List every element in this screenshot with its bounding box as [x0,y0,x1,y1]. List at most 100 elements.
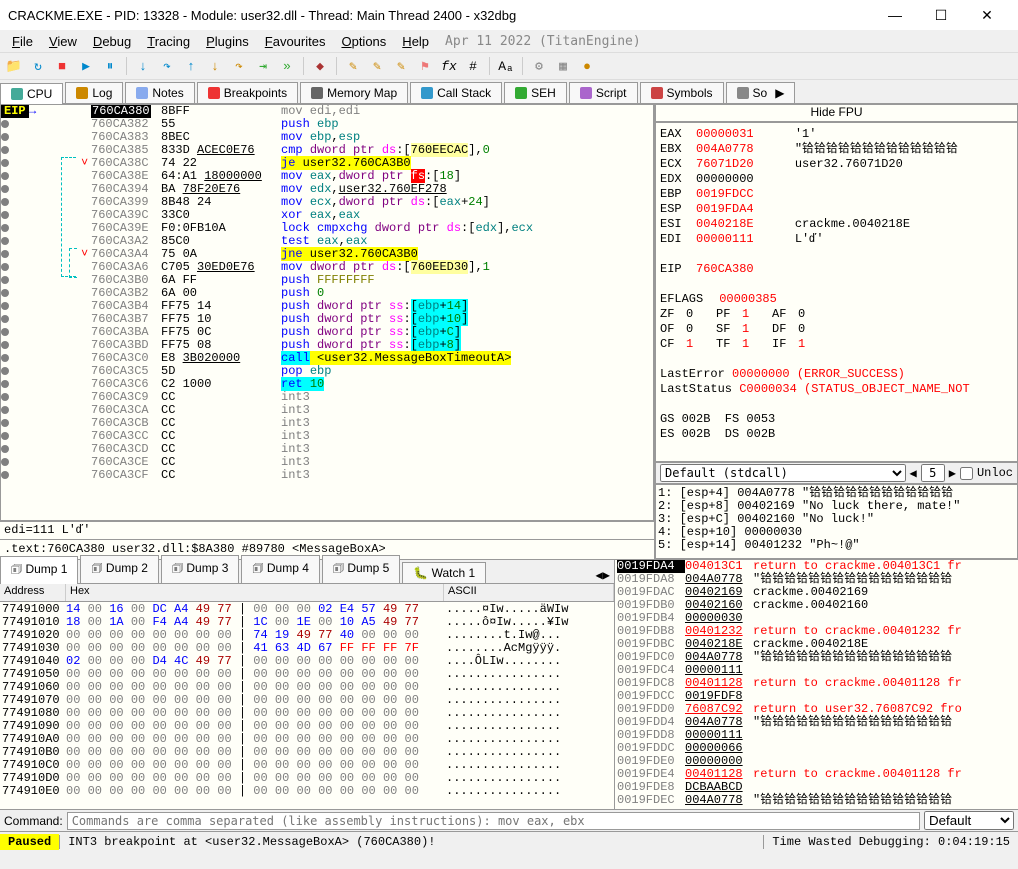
hide-fpu-button[interactable]: Hide FPU [655,104,1018,122]
tab-icon [737,87,749,99]
tab-icon [311,87,323,99]
tab-symbols[interactable]: Symbols [640,82,724,103]
minimize-button[interactable]: — [872,0,918,30]
labels-icon[interactable]: ✎ [391,56,411,76]
dump-tab-3[interactable]: 🗊 Dump 3 [161,555,239,583]
menu-plugins[interactable]: Plugins [198,32,257,51]
dump-header-hex[interactable]: Hex [66,584,444,601]
trace-over-icon[interactable]: ↷ [229,56,249,76]
run-to-icon[interactable]: ⇥ [253,56,273,76]
open-icon[interactable]: 📁 [4,56,24,76]
about-icon[interactable]: ● [577,56,597,76]
tab-log[interactable]: Log [65,82,123,103]
tab-icon [76,87,88,99]
status-bar: Paused INT3 breakpoint at <user32.Messag… [0,831,1018,851]
dump-tabs-scroll[interactable]: ◀▶ [592,568,614,583]
dump-header-address[interactable]: Address [0,584,66,601]
stack-row[interactable]: 0019FDB000402160crackme.00402160 [615,599,1018,612]
menu-file[interactable]: File [4,32,41,51]
dump-tabs: 🗊 Dump 1🗊 Dump 2🗊 Dump 3🗊 Dump 4🗊 Dump 5… [0,560,614,584]
scylla-icon[interactable]: ◆ [310,56,330,76]
run-until-icon[interactable]: » [277,56,297,76]
command-bar: Command: Default [0,809,1018,831]
settings-icon[interactable]: ⚙ [529,56,549,76]
run-icon[interactable]: ▶ [76,56,96,76]
menu-view[interactable]: View [41,32,85,51]
args-toolbar: Default (stdcall) ◀ ▶ Unloc [655,462,1018,484]
window-title: CRACKME.EXE - PID: 13328 - Module: user3… [8,8,872,23]
arg-row[interactable]: 5: [esp+14] 00401232 "Ph~!@" [658,539,1015,552]
tab-seh[interactable]: SEH [504,82,567,103]
stack-view[interactable]: 0019FDA4004013C1return to crackme.004013… [615,560,1018,809]
stack-row[interactable]: 0019FDDC00000066 [615,742,1018,755]
dump-tab-6[interactable]: 🐛 Watch 1 [402,562,486,583]
stack-row[interactable]: 0019FDC800401128return to crackme.004011… [615,677,1018,690]
tab-memory-map[interactable]: Memory Map [300,82,408,103]
status-message: INT3 breakpoint at <user32.MessageBoxA> … [59,835,763,849]
unlock-label: Unloc [977,466,1013,480]
calling-convention-select[interactable]: Default (stdcall) [660,464,906,482]
maximize-button[interactable]: ☐ [918,0,964,30]
tab-icon [651,87,663,99]
step-into-icon[interactable]: ↓ [133,56,153,76]
dump-tab-2[interactable]: 🗊 Dump 2 [80,555,158,583]
status-state: Paused [0,834,59,850]
tab-so[interactable]: So▶ [726,82,796,103]
tab-notes[interactable]: Notes [125,82,194,103]
patches-icon[interactable]: ✎ [343,56,363,76]
stack-row[interactable]: 0019FDE400401128return to crackme.004011… [615,768,1018,781]
menubar: FileViewDebugTracingPluginsFavouritesOpt… [0,30,1018,52]
info-line-1: edi=111 L'ď' [0,521,654,539]
unlock-checkbox[interactable] [960,467,973,480]
command-combo[interactable]: Default [924,811,1014,830]
tab-cpu[interactable]: CPU [0,83,63,104]
menu-options[interactable]: Options [333,32,394,51]
trace-into-icon[interactable]: ↓ [205,56,225,76]
bookmarks-icon[interactable]: ⚑ [415,56,435,76]
dump-row[interactable]: 774910E000 00 00 00 00 00 00 00 | 00 00 … [2,785,612,798]
tab-icon [421,87,433,99]
disasm-row[interactable]: 760CA3CF CC int3 [1,469,653,482]
close-button[interactable]: ✕ [964,0,1010,30]
view-tabs: CPULogNotesBreakpointsMemory MapCall Sta… [0,80,1018,104]
stop-icon[interactable]: ■ [52,56,72,76]
stack-row[interactable]: 0019FDC0004A0778"铪铪铪铪铪铪铪铪铪铪铪铪铪铪铪铪 [615,651,1018,664]
menu-debug[interactable]: Debug [85,32,139,51]
stack-row[interactable]: 0019FDD800000111 [615,729,1018,742]
command-input[interactable] [67,812,920,830]
calc-icon[interactable]: ▦ [553,56,573,76]
pause-icon[interactable]: ⏸ [100,56,120,76]
step-over-icon[interactable]: ↷ [157,56,177,76]
dump-tab-1[interactable]: 🗊 Dump 1 [0,556,78,584]
hash-icon[interactable]: # [463,56,483,76]
dump-view[interactable]: 7749100014 00 16 00 DC A4 49 77 | 00 00 … [0,602,614,809]
stack-row[interactable]: 0019FDEC004A0778"铪铪铪铪铪铪铪铪铪铪铪铪铪铪铪铪 [615,794,1018,807]
tab-icon [208,87,220,99]
dump-tab-5[interactable]: 🗊 Dump 5 [322,555,400,583]
chevron-right-icon[interactable]: ▶ [949,466,956,481]
menu-help[interactable]: Help [394,32,437,51]
command-label: Command: [4,814,63,828]
status-time: Time Wasted Debugging: 0:04:19:15 [763,835,1018,849]
registers-view[interactable]: EAX00000031 '1'EBX004A0778 "铪铪铪铪铪铪铪铪铪铪铪铪… [655,122,1018,462]
arguments-view[interactable]: 1: [esp+4] 004A0778 "铪铪铪铪铪铪铪铪铪铪铪铪2: [esp… [655,484,1018,559]
tab-script[interactable]: Script [569,82,638,103]
arg-count-input[interactable] [921,464,945,482]
restart-icon[interactable]: ↻ [28,56,48,76]
dump-header-ascii[interactable]: ASCII [444,584,614,601]
menu-tracing[interactable]: Tracing [139,32,198,51]
tab-icon [580,87,592,99]
toolbar: 📁 ↻ ■ ▶ ⏸ ↓ ↷ ↑ ↓ ↷ ⇥ » ◆ ✎ ✎ ✎ ⚑ fx # A… [0,52,1018,80]
font-icon[interactable]: Aₐ [496,56,516,76]
chevron-left-icon[interactable]: ◀ [910,466,917,481]
step-out-icon[interactable]: ↑ [181,56,201,76]
functions-icon[interactable]: fx [439,56,459,76]
tab-icon [11,88,23,100]
tab-call-stack[interactable]: Call Stack [410,82,502,103]
tab-breakpoints[interactable]: Breakpoints [197,82,298,103]
stack-row[interactable]: 0019FDD4004A0778"铪铪铪铪铪铪铪铪铪铪铪铪铪铪铪铪 [615,716,1018,729]
disassembly-view[interactable]: EIP→ 760CA380 8BFF mov edi,edi 760CA382 … [0,104,654,521]
menu-favourites[interactable]: Favourites [257,32,334,51]
dump-tab-4[interactable]: 🗊 Dump 4 [241,555,319,583]
comments-icon[interactable]: ✎ [367,56,387,76]
